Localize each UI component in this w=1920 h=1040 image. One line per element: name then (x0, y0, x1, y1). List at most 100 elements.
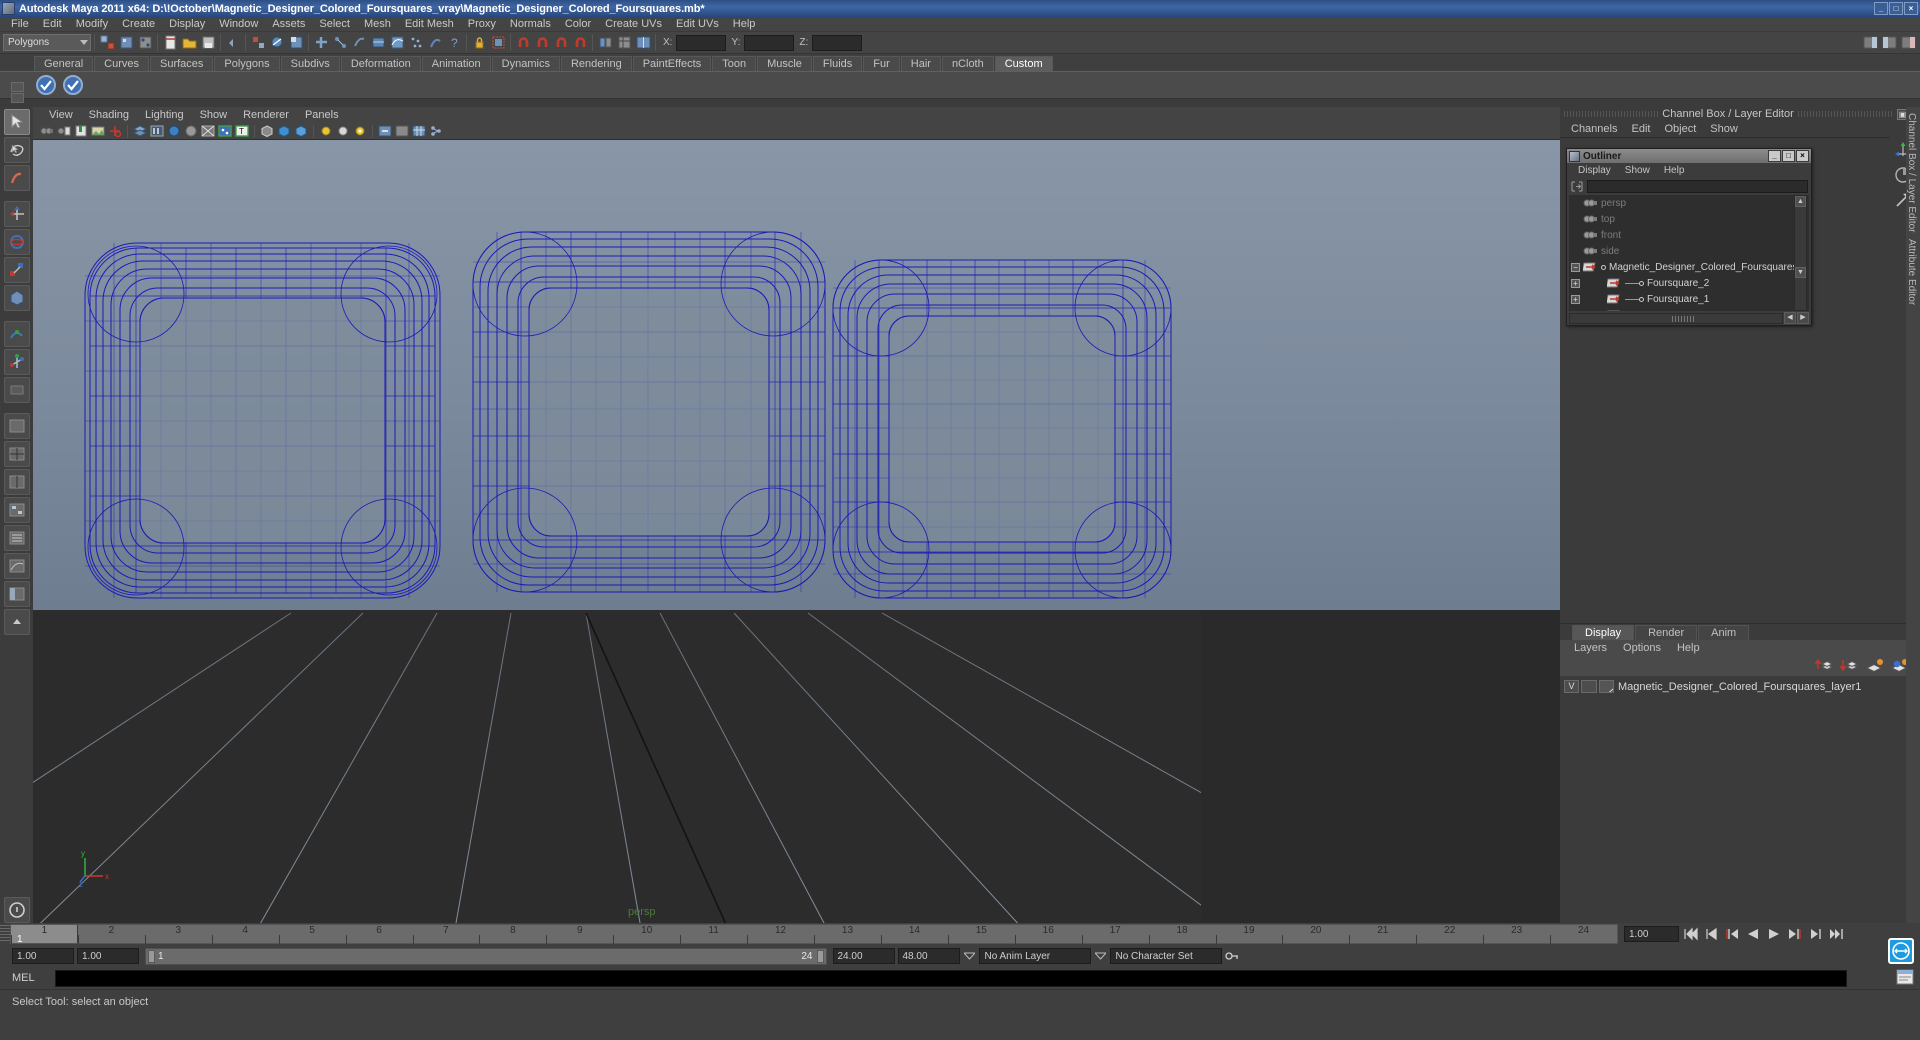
paint-select-tool-button[interactable] (3, 165, 30, 191)
scale-tool-button[interactable] (3, 257, 30, 283)
range-start-handle[interactable] (148, 949, 155, 963)
layout-single-pane-button[interactable] (3, 413, 30, 439)
playback-start-time-field[interactable]: 1.00 (77, 948, 139, 964)
shelf-tab-toon[interactable]: Toon (712, 56, 757, 71)
wireframe-on-shaded-icon[interactable] (200, 124, 216, 139)
open-scene-icon[interactable] (180, 34, 198, 52)
move-layer-down-icon[interactable] (1839, 657, 1860, 676)
foursquare-model-1[interactable] (76, 236, 456, 621)
snap-to-curve-icon[interactable] (268, 34, 286, 52)
3d-viewport[interactable]: y x z persp (33, 140, 1560, 923)
menu-file[interactable]: File (4, 17, 36, 32)
range-end-handle[interactable] (816, 949, 824, 963)
layer-playback-toggle[interactable] (1581, 680, 1597, 693)
shelf-options-button-1[interactable] (10, 82, 24, 92)
outliner-vertical-scrollbar[interactable]: ▲ ▼ (1794, 195, 1807, 311)
outliner-search-input[interactable] (1587, 180, 1808, 193)
character-set-select[interactable]: No Character Set (1109, 948, 1222, 964)
shelf-tab-ncloth[interactable]: nCloth (941, 56, 994, 71)
camera-attributes-icon[interactable] (56, 124, 72, 139)
outliner-window[interactable]: Outliner _ □ × Display Show Help ▲ ▼ persp… (1566, 148, 1812, 326)
shelf-tab-fur[interactable]: Fur (863, 56, 900, 71)
layer-visibility-toggle[interactable]: V (1564, 680, 1579, 693)
shelf-options-button-2[interactable] (10, 93, 24, 103)
viewport-menu-view[interactable]: View (41, 109, 81, 121)
play-forwards-button[interactable] (1764, 925, 1784, 943)
menu-color[interactable]: Color (558, 17, 598, 32)
z-value-field[interactable] (812, 34, 863, 51)
shelf-tab-rendering[interactable]: Rendering (560, 56, 632, 71)
command-line-input[interactable] (55, 969, 1847, 987)
playback-end-time-field[interactable]: 24.00 (832, 948, 895, 964)
menu-help[interactable]: Help (726, 17, 763, 32)
layer-menu-layers[interactable]: Layers (1566, 642, 1615, 654)
output-connections-icon[interactable] (350, 34, 368, 52)
texture-display-icon[interactable] (217, 124, 233, 139)
menu-window[interactable]: Window (212, 17, 265, 32)
animation-end-time-field[interactable]: 48.00 (897, 948, 960, 964)
play-backwards-button[interactable] (1743, 925, 1763, 943)
menu-proxy[interactable]: Proxy (461, 17, 503, 32)
outliner-horizontal-scrollbar[interactable] (1569, 312, 1783, 324)
show-manipulator-icon[interactable] (596, 34, 614, 52)
step-forward-frame-button[interactable] (1785, 925, 1805, 943)
construction-history-icon[interactable] (312, 34, 330, 52)
lock-icon[interactable] (470, 34, 488, 52)
viewport-menu-renderer[interactable]: Renderer (235, 109, 297, 121)
select-tool-button[interactable] (3, 109, 30, 135)
select-by-hierarchy-icon[interactable] (98, 34, 116, 52)
show-hide-attribute-editor-icon[interactable] (1861, 34, 1879, 52)
save-scene-icon[interactable] (199, 34, 217, 52)
graph-editor-icon[interactable] (388, 34, 406, 52)
outliner-menu-display[interactable]: Display (1571, 165, 1618, 176)
shelf-tab-surfaces[interactable]: Surfaces (149, 56, 214, 71)
last-tool-used-button[interactable] (3, 377, 30, 403)
go-to-start-button[interactable] (1680, 925, 1700, 943)
outliner-row[interactable]: front (1569, 227, 1809, 243)
layout-two-pane-button[interactable] (3, 469, 30, 495)
layout-four-pane-button[interactable] (3, 441, 30, 467)
smooth-shade-all-icon[interactable] (149, 124, 165, 139)
shelf-tab-muscle[interactable]: Muscle (757, 56, 812, 71)
menu-edit-uvs[interactable]: Edit UVs (669, 17, 726, 32)
time-slider-track[interactable]: 1 1 2 3 4 5 6 7 8 9 10 11 12 13 14 15 16 17 18 19 20 21 22 23 2… (10, 924, 1618, 945)
shelf-tab-fluids[interactable]: Fluids (812, 56, 863, 71)
outliner-row[interactable]: top (1569, 211, 1809, 227)
shelf-item-custom-2[interactable] (61, 73, 85, 97)
lasso-tool-button[interactable] (3, 137, 30, 163)
menu-normals[interactable]: Normals (503, 17, 558, 32)
magnet-icon-1[interactable] (514, 34, 532, 52)
xray-joints-icon[interactable] (276, 124, 292, 139)
vertical-tab-attribute-editor[interactable]: Attribute Editor (1906, 233, 1917, 305)
scroll-up-arrow-icon[interactable]: ▲ (1795, 196, 1806, 207)
outliner-filter-icon[interactable] (1570, 180, 1584, 193)
layout-persp-outliner-button[interactable] (3, 581, 30, 607)
menu-display[interactable]: Display (162, 17, 212, 32)
layout-graph-editor-button[interactable] (3, 553, 30, 579)
layer-menu-options[interactable]: Options (1615, 642, 1669, 654)
select-camera-icon[interactable] (39, 124, 55, 139)
outliner-tree[interactable]: ▲ ▼ persp top front side − Magnetic_Designer_… (1569, 195, 1809, 311)
universal-manipulator-button[interactable] (3, 285, 30, 311)
current-frame-field[interactable]: 1.00 (1624, 926, 1679, 942)
window-maximize-button[interactable]: □ (1889, 2, 1903, 15)
input-connections-icon[interactable] (331, 34, 349, 52)
show-hide-tool-settings-icon[interactable] (1880, 34, 1898, 52)
soft-modification-tool-button[interactable] (3, 321, 30, 347)
layer-tab-display[interactable]: Display (1572, 625, 1635, 640)
rotate-tool-button[interactable] (3, 229, 30, 255)
render-sequence-icon[interactable] (369, 34, 387, 52)
outliner-row[interactable]: persp (1569, 195, 1809, 211)
window-minimize-button[interactable]: _ (1874, 2, 1888, 15)
layout-outliner-button[interactable] (3, 525, 30, 551)
foursquare-model-3[interactable] (823, 252, 1183, 617)
flat-shade-icon[interactable] (183, 124, 199, 139)
selection-mask-icon[interactable] (489, 34, 507, 52)
menu-edit-mesh[interactable]: Edit Mesh (398, 17, 461, 32)
outliner-close-button[interactable]: × (1796, 150, 1809, 162)
grid-display-icon[interactable] (411, 124, 427, 139)
menu-select[interactable]: Select (312, 17, 357, 32)
teamviewer-tray-icon[interactable] (1888, 938, 1914, 964)
selected-light-icon[interactable] (352, 124, 368, 139)
step-back-key-button[interactable] (1701, 925, 1721, 943)
